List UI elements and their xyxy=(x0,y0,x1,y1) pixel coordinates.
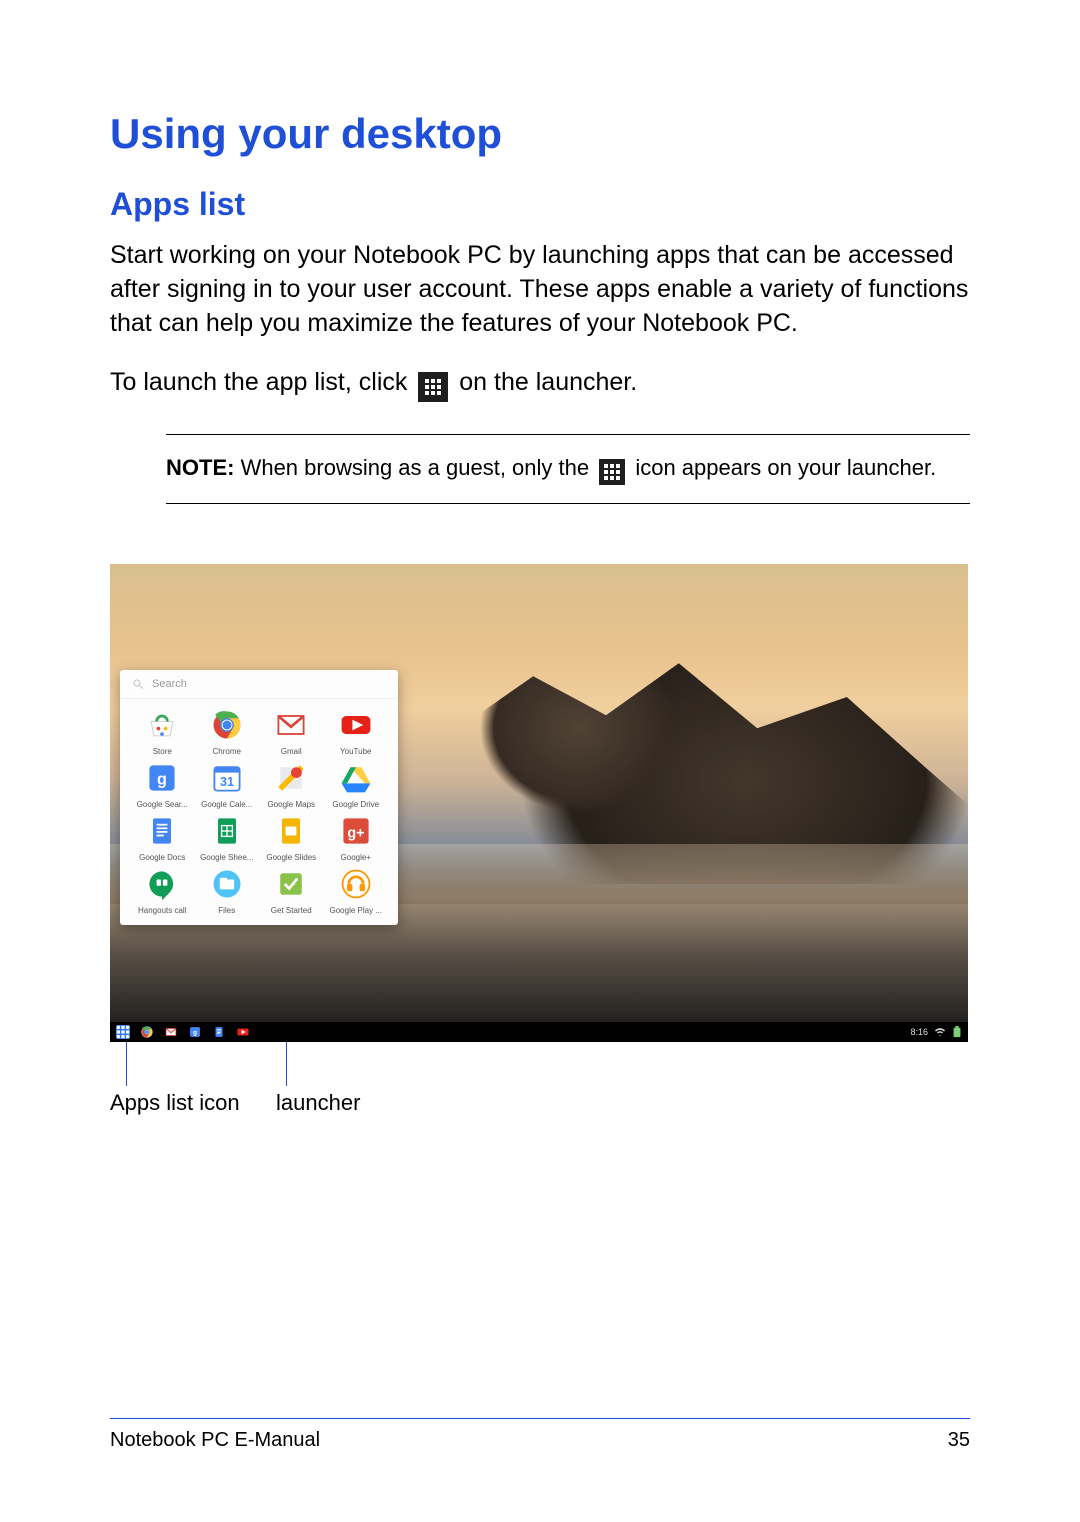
launcher-search-placeholder: Search xyxy=(152,678,187,690)
page-footer: Notebook PC E-Manual 35 xyxy=(110,1418,970,1452)
note-box: NOTE: When browsing as a guest, only the… xyxy=(166,434,970,504)
note-post: icon appears on your launcher. xyxy=(629,455,936,480)
screenshot-callouts: Apps list icon launcher xyxy=(110,1042,968,1122)
footer-title: Notebook PC E-Manual xyxy=(110,1429,320,1452)
apps-grid-icon xyxy=(599,459,625,485)
chrome-icon xyxy=(209,707,245,743)
files-icon xyxy=(209,866,245,902)
app-label: Google Shee... xyxy=(200,853,253,862)
app-launcher-panel: Search Store Chrome Gmail YouTube g Google Se… xyxy=(120,670,398,925)
app-docs[interactable]: Google Docs xyxy=(130,813,195,862)
app-label: Google Docs xyxy=(139,853,185,862)
gplus-icon: g+ xyxy=(338,813,374,849)
launch-instruction: To launch the app list, click on the lau… xyxy=(110,366,970,402)
start-icon xyxy=(273,866,309,902)
slides-icon xyxy=(273,813,309,849)
app-label: Gmail xyxy=(281,747,302,756)
footer-page-number: 35 xyxy=(948,1429,970,1452)
app-label: Store xyxy=(153,747,172,756)
search-icon xyxy=(132,678,144,690)
app-label: Google Slides xyxy=(266,853,316,862)
svg-text:31: 31 xyxy=(220,775,234,789)
app-play[interactable]: Google Play ... xyxy=(324,866,389,915)
app-label: Google Drive xyxy=(332,800,379,809)
calendar-icon: 31 xyxy=(209,760,245,796)
drive-icon xyxy=(338,760,374,796)
app-chrome[interactable]: Chrome xyxy=(195,707,260,756)
app-label: Get Started xyxy=(271,906,312,915)
section-heading: Apps list xyxy=(110,186,970,223)
note-pre: When browsing as a guest, only the xyxy=(234,455,595,480)
gmail-icon xyxy=(273,707,309,743)
desktop-screenshot: Search Store Chrome Gmail YouTube g Google Se… xyxy=(110,564,968,1042)
shelf-chrome-icon[interactable] xyxy=(140,1025,154,1039)
shelf-apps-icon[interactable] xyxy=(116,1025,130,1039)
apps-grid-icon xyxy=(418,372,448,402)
app-label: Hangouts call xyxy=(138,906,186,915)
store-icon xyxy=(144,707,180,743)
app-gsearch[interactable]: g Google Sear... xyxy=(130,760,195,809)
app-label: Files xyxy=(218,906,235,915)
app-label: Chrome xyxy=(213,747,241,756)
app-files[interactable]: Files xyxy=(195,866,260,915)
app-gmail[interactable]: Gmail xyxy=(259,707,324,756)
svg-text:g: g xyxy=(157,771,167,789)
shelf-youtube-icon[interactable] xyxy=(236,1025,250,1039)
sheets-icon xyxy=(209,813,245,849)
hangouts-icon xyxy=(144,866,180,902)
app-maps[interactable]: Google Maps xyxy=(259,760,324,809)
app-label: Google Maps xyxy=(267,800,315,809)
callout-line-launcher xyxy=(286,1042,287,1086)
gsearch-icon: g xyxy=(144,760,180,796)
youtube-icon xyxy=(338,707,374,743)
app-label: Google Sear... xyxy=(137,800,188,809)
app-store[interactable]: Store xyxy=(130,707,195,756)
app-youtube[interactable]: YouTube xyxy=(324,707,389,756)
note-label: NOTE: xyxy=(166,455,234,480)
svg-text:g: g xyxy=(193,1030,197,1037)
app-drive[interactable]: Google Drive xyxy=(324,760,389,809)
app-label: Google Cale... xyxy=(201,800,252,809)
callout-launcher: launcher xyxy=(276,1090,360,1116)
launcher-search[interactable]: Search xyxy=(120,670,398,699)
app-label: YouTube xyxy=(340,747,371,756)
shelf-gmail-icon[interactable] xyxy=(164,1025,178,1039)
app-slides[interactable]: Google Slides xyxy=(259,813,324,862)
shelf-docs-icon[interactable] xyxy=(212,1025,226,1039)
shelf-gsearch-icon[interactable]: g xyxy=(188,1025,202,1039)
intro-paragraph: Start working on your Notebook PC by lau… xyxy=(110,239,970,340)
app-calendar[interactable]: 31 Google Cale... xyxy=(195,760,260,809)
app-hangouts[interactable]: Hangouts call xyxy=(130,866,195,915)
docs-icon xyxy=(144,813,180,849)
battery-icon xyxy=(952,1026,962,1038)
play-icon xyxy=(338,866,374,902)
app-gplus[interactable]: g+ Google+ xyxy=(324,813,389,862)
launch-instruction-post: on the launcher. xyxy=(459,368,637,396)
app-label: Google Play ... xyxy=(330,906,382,915)
app-sheets[interactable]: Google Shee... xyxy=(195,813,260,862)
maps-icon xyxy=(273,760,309,796)
wifi-icon xyxy=(934,1026,946,1038)
callout-line-apps-icon xyxy=(126,1042,127,1086)
system-tray[interactable]: 8:16 xyxy=(910,1026,962,1038)
app-label: Google+ xyxy=(341,853,371,862)
app-start[interactable]: Get Started xyxy=(259,866,324,915)
shelf: g 8:16 xyxy=(110,1022,968,1042)
tray-time: 8:16 xyxy=(910,1027,928,1037)
callout-apps-list-icon: Apps list icon xyxy=(110,1090,240,1116)
svg-text:g+: g+ xyxy=(347,826,364,842)
launch-instruction-pre: To launch the app list, click xyxy=(110,368,414,396)
page-heading: Using your desktop xyxy=(110,110,970,158)
launcher-apps-grid: Store Chrome Gmail YouTube g Google Sear... 31… xyxy=(120,699,398,919)
